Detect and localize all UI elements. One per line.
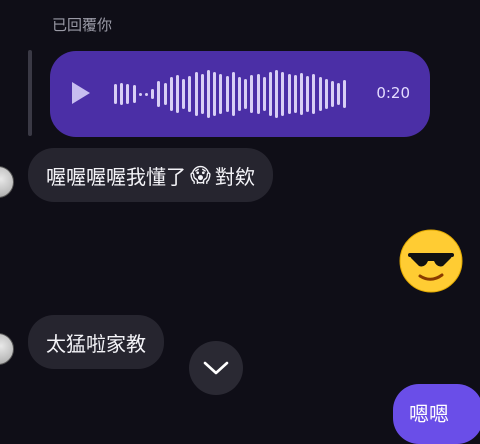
reply-label: 已回覆你	[52, 16, 113, 34]
scream-emoji: 😱	[190, 163, 211, 187]
waveform-bar	[287, 74, 291, 114]
waveform-bar	[200, 74, 204, 114]
sunglasses-emoji-sticker[interactable]	[398, 228, 464, 294]
voice-message-bubble[interactable]: 0:20	[50, 51, 430, 137]
waveform-bar	[163, 83, 167, 105]
voice-duration: 0:20	[376, 84, 410, 102]
waveform-bar	[293, 75, 297, 113]
waveform-bar	[114, 84, 117, 104]
waveform-bar	[244, 79, 248, 109]
audio-waveform	[114, 51, 354, 137]
waveform-bar	[194, 72, 198, 116]
waveform-bar	[306, 76, 310, 112]
waveform-bar	[157, 81, 161, 107]
avatar[interactable]	[0, 333, 14, 365]
waveform-bar	[331, 81, 334, 107]
message-bubble[interactable]: 喔喔喔喔我懂了 😱 對欸	[28, 148, 273, 202]
waveform-bar	[269, 72, 272, 116]
waveform-bar	[238, 77, 241, 111]
waveform-bar	[337, 83, 341, 105]
waveform-bar	[281, 72, 285, 116]
avatar[interactable]	[0, 166, 14, 198]
waveform-bar	[262, 77, 266, 111]
waveform-bar	[151, 89, 155, 99]
message-text: 太猛啦家教	[46, 331, 146, 356]
waveform-bar	[176, 75, 179, 113]
waveform-bar	[126, 84, 130, 104]
waveform-bar	[182, 79, 186, 109]
waveform-bar	[145, 92, 148, 96]
outgoing-message-bubble[interactable]: 嗯嗯	[393, 384, 480, 444]
waveform-bar	[343, 80, 347, 108]
waveform-bar	[250, 75, 254, 113]
chevron-down-icon	[203, 361, 229, 375]
scroll-to-bottom-button[interactable]	[189, 341, 243, 395]
waveform-bar	[300, 73, 303, 115]
waveform-bar	[318, 77, 322, 111]
waveform-bar	[207, 70, 210, 118]
waveform-bar	[275, 70, 279, 118]
play-icon[interactable]	[72, 82, 90, 104]
message-text-suffix: 對欸	[214, 164, 255, 189]
waveform-bar	[231, 72, 235, 116]
waveform-bar	[324, 79, 328, 109]
waveform-bar	[120, 83, 124, 105]
message-text: 喔喔喔喔我懂了	[46, 164, 186, 189]
waveform-bar	[213, 72, 217, 116]
waveform-bar	[312, 74, 316, 114]
waveform-bar	[219, 74, 223, 114]
waveform-bar	[188, 76, 192, 112]
reply-indicator-bar	[28, 50, 32, 136]
message-text: 嗯嗯	[409, 402, 449, 426]
message-bubble[interactable]: 太猛啦家教	[28, 315, 164, 369]
waveform-bar	[256, 74, 260, 114]
waveform-bar	[138, 92, 142, 96]
waveform-bar	[225, 76, 229, 112]
waveform-bar	[132, 85, 136, 103]
waveform-bar	[169, 77, 173, 111]
